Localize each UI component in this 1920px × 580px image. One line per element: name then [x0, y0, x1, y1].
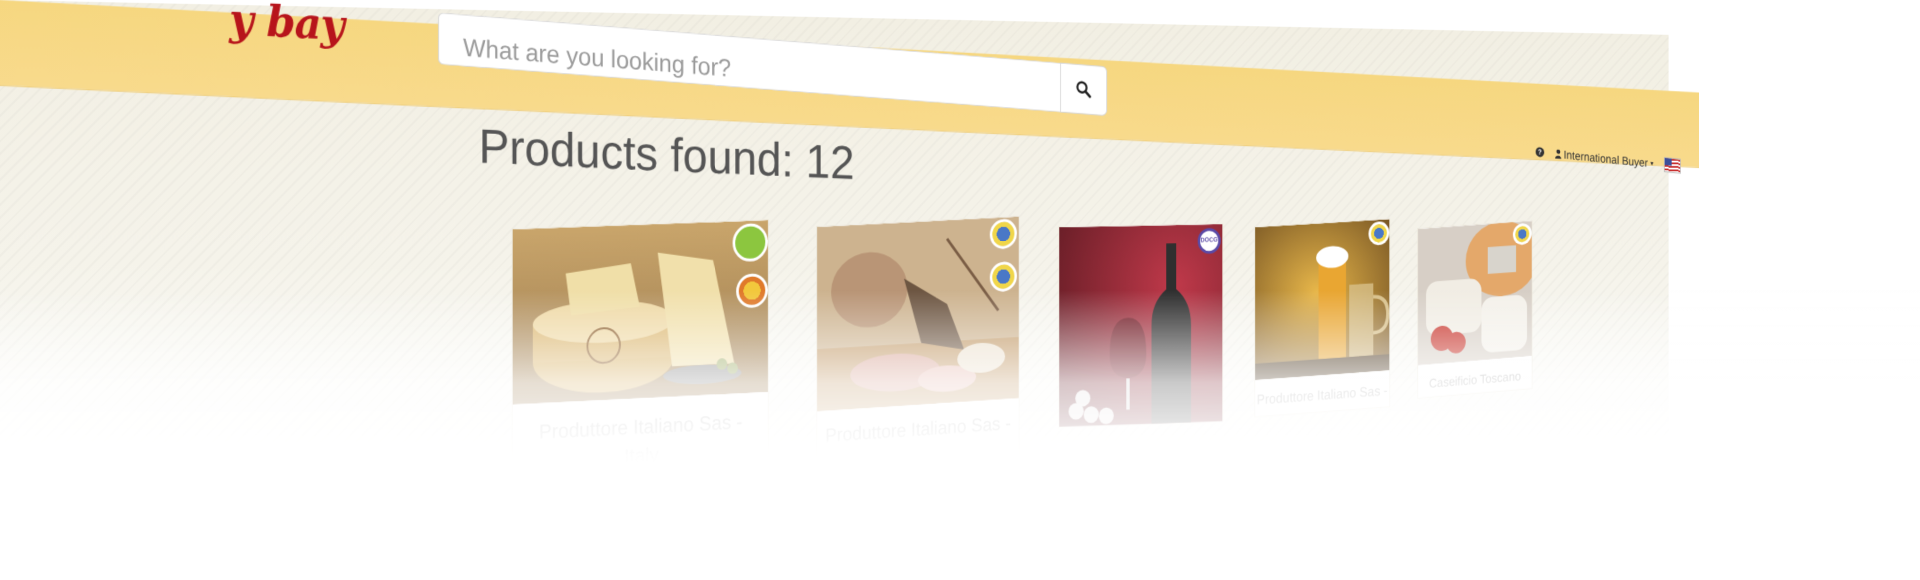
beer-image [1255, 219, 1389, 380]
buyer-menu-label: International Buyer [1564, 148, 1648, 170]
red-wine-image [1059, 224, 1222, 427]
product-card[interactable]: Caseificio Toscano Snc - [1417, 220, 1532, 399]
product-card[interactable]: Produttore Italiano Sas - [1254, 218, 1390, 417]
user-icon [1555, 149, 1561, 159]
site-logo[interactable]: y bay [229, 0, 343, 51]
search-input[interactable] [438, 12, 1060, 112]
us-flag-icon[interactable] [1664, 157, 1681, 174]
search-icon [1075, 79, 1092, 99]
parmesan-cheese-image [513, 220, 768, 404]
product-label: Produttore Italiano Sas - [817, 409, 1019, 451]
product-label: Caseificio Toscano Snc - [1418, 362, 1532, 399]
product-card[interactable]: Produttore Italiano Sas - Italy [512, 219, 769, 488]
search-button[interactable] [1060, 63, 1107, 116]
page: y bay ? International Buyer ▾ [0, 0, 1669, 580]
product-card[interactable]: Produttore Italiano Sas - [816, 216, 1019, 473]
cured-meats-image [817, 217, 1019, 412]
product-label: Produttore Italiano Sas - Italy [513, 407, 768, 478]
buyer-menu[interactable]: International Buyer ▾ [1555, 147, 1653, 170]
pecorino-cheese-image [1418, 221, 1532, 365]
search-bar [438, 12, 1107, 116]
product-label: Produttore Italiano Sas - [1255, 378, 1389, 415]
header-right-nav: ? International Buyer ▾ [1536, 144, 1681, 174]
chevron-down-icon: ▾ [1650, 159, 1653, 167]
help-icon[interactable]: ? [1536, 147, 1545, 158]
page-title: Products found: 12 [479, 118, 855, 190]
product-card[interactable]: DOCG [1058, 223, 1223, 427]
